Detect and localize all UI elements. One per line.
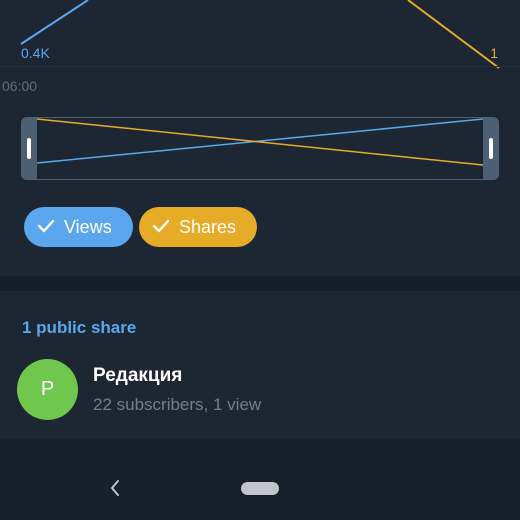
section-divider (0, 276, 520, 291)
views-line (20, 0, 89, 45)
shares-filter-chip[interactable]: Shares (139, 207, 257, 247)
shares-filter-label: Shares (179, 217, 237, 237)
right-grip-icon (489, 138, 493, 159)
screen: 0.4K 1 06:00 Views Shares 1 public share… (0, 0, 520, 520)
chart-card: 0.4K 1 06:00 Views Shares (0, 0, 520, 276)
avatar: P (17, 359, 78, 420)
navigator-right-handle[interactable] (483, 117, 499, 180)
check-icon (152, 219, 170, 233)
public-shares-section: 1 public share P Редакция 22 subscribers… (0, 291, 520, 439)
chart-range-navigator[interactable] (21, 117, 499, 180)
chevron-left-icon[interactable] (104, 477, 126, 499)
shares-line (407, 0, 500, 69)
channel-meta: 22 subscribers, 1 view (93, 395, 262, 414)
views-filter-chip[interactable]: Views (24, 207, 133, 247)
time-axis-label: 06:00 (2, 78, 38, 94)
navigator-left-handle[interactable] (21, 117, 37, 180)
views-filter-label: Views (64, 217, 112, 237)
shares-axis-label: 1 (490, 45, 498, 61)
home-pill-icon[interactable] (241, 482, 279, 495)
public-shares-title: 1 public share (22, 318, 137, 337)
chart-gridline (0, 66, 520, 67)
channel-name: Редакция (93, 365, 183, 386)
left-grip-icon (27, 138, 31, 159)
check-icon (37, 219, 55, 233)
navigator-preview (36, 118, 484, 166)
list-item[interactable]: P Редакция 22 subscribers, 1 view (0, 349, 520, 421)
system-navigation-bar (0, 439, 520, 520)
views-axis-label: 0.4K (21, 45, 50, 61)
main-chart (20, 0, 500, 69)
